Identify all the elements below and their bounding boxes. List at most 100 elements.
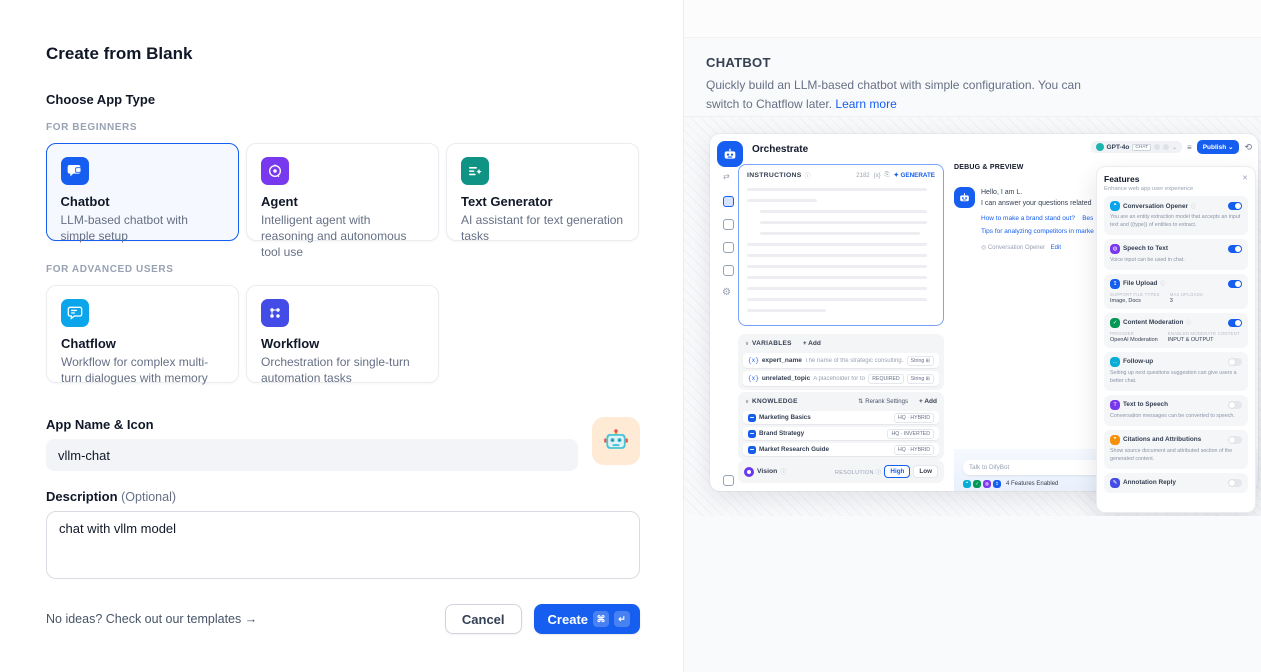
- page-title: Create from Blank: [46, 44, 640, 64]
- dataset-name: Brand Strategy: [759, 430, 884, 437]
- app-type-card-chatbot[interactable]: Chatbot LLM-based chatbot with simple se…: [46, 143, 239, 241]
- bot-avatar: [954, 187, 975, 208]
- required-badge: REQUIRED: [868, 374, 903, 384]
- learn-more-link[interactable]: Learn more: [835, 97, 896, 111]
- mini-publish-button: Publish ⌄: [1197, 140, 1240, 154]
- create-button-label: Create: [548, 612, 588, 627]
- cmd-key-icon: ⌘: [593, 611, 609, 627]
- variable-desc: A placeholder for topics...: [813, 376, 865, 382]
- knowledge-row: Marketing Basics HQ · HYBRID: [743, 411, 939, 424]
- feature-file-upload: ↥ File Upload ⓘ SUPPORT FILE TYPESImage,…: [1104, 274, 1248, 309]
- variables-label: VARIABLES: [752, 340, 792, 347]
- mini-app-icon: [717, 141, 743, 167]
- resolution-label: RESOLUTION ⓘ: [835, 468, 881, 476]
- model-param-icon: [1154, 144, 1160, 150]
- dataset-name: Marketing Basics: [759, 414, 891, 421]
- robot-icon: [602, 427, 630, 455]
- footer-buttons: Cancel Create ⌘ ↵: [445, 604, 640, 634]
- variable-name: expert_name: [762, 357, 802, 364]
- feature-citations: ❞ Citations and Attributions Show source…: [1104, 430, 1248, 469]
- skeleton-line: [747, 199, 817, 203]
- mini-features-panel: Features ✕ Enhance web app user experien…: [1096, 166, 1256, 513]
- mini-orchestrate-icon: [723, 196, 734, 207]
- card-title: Workflow: [261, 336, 424, 351]
- variable-name: unrelated_topic: [762, 375, 810, 382]
- app-name-input[interactable]: [46, 439, 578, 471]
- create-button[interactable]: Create ⌘ ↵: [534, 604, 640, 634]
- chevron-down-icon: ∨: [745, 399, 749, 405]
- follow-up-icon: …: [1110, 357, 1120, 367]
- variable-row: {x} expert_name The name of the strategi…: [743, 353, 939, 368]
- mini-logs-icon: [723, 242, 734, 253]
- edit-link: Edit: [1051, 245, 1061, 251]
- speech-chip-icon: ◍: [983, 480, 991, 488]
- card-title: Text Generator: [461, 194, 624, 209]
- app-type-card-chatflow[interactable]: Chatflow Workflow for complex multi-turn…: [46, 285, 239, 383]
- file-upload-icon: ↥: [1110, 279, 1120, 289]
- feature-content-moderation: ✓ Content Moderation ⓘ PROVIDEROpenAI Mo…: [1104, 313, 1248, 348]
- skeleton-line: [747, 298, 927, 302]
- toggle: [1228, 401, 1242, 409]
- suggestion-link: How to make a brand stand out?: [981, 215, 1075, 222]
- preview-heading: CHATBOT: [706, 55, 1261, 70]
- variable-type-badge: String ⊞: [907, 356, 934, 366]
- description-label: Description (Optional): [46, 489, 640, 504]
- dataset-name: Market Research Guide: [759, 446, 891, 453]
- mini-tune-icon: ≡: [1187, 143, 1192, 152]
- chevron-down-icon: ⌄: [1172, 144, 1177, 151]
- dataset-badge: HQ · HYBRID: [894, 413, 934, 423]
- description-textarea[interactable]: [46, 511, 640, 579]
- feature-conversation-opener: ❝ Conversation Opener ⓘ You are an entit…: [1104, 196, 1248, 235]
- model-name: GPT-4o: [1107, 144, 1130, 151]
- variable-desc: The name of the strategic consulting...: [805, 358, 904, 364]
- generate-button: ✦ GENERATE: [893, 172, 935, 179]
- description-label-text: Description: [46, 489, 118, 504]
- enter-key-icon: ↵: [614, 611, 630, 627]
- create-form-panel: Create from Blank Choose App Type FOR BE…: [0, 0, 684, 672]
- chatflow-icon: [61, 299, 89, 327]
- skeleton-line: [760, 221, 927, 225]
- app-type-card-workflow[interactable]: Workflow Orchestration for single-turn a…: [246, 285, 439, 383]
- mini-orchestrate-title: Orchestrate: [752, 144, 808, 155]
- templates-link[interactable]: No ideas? Check out our templates →: [46, 612, 257, 626]
- greeting-line: I can answer your questions related: [981, 200, 1092, 207]
- mini-knowledge-section: ∨ KNOWLEDGE ⇅ Rerank Settings + Add Mark…: [738, 392, 944, 460]
- suggestion-link: Tips for analyzing competitors in marke: [981, 228, 1094, 235]
- info-icon: ⓘ: [1160, 280, 1165, 287]
- dataset-icon: [748, 414, 756, 422]
- model-mode-badge: CHAT: [1132, 144, 1151, 151]
- copy-icon: ⎘: [885, 172, 890, 179]
- mini-vision-row: Vision ⓘ RESOLUTION ⓘ High Low: [738, 460, 944, 483]
- opener-icon: ◎: [981, 245, 986, 251]
- card-desc: Orchestration for single-turn automation…: [261, 354, 424, 386]
- add-variable-button: + Add: [803, 340, 821, 347]
- variable-icon: {x}: [748, 357, 759, 364]
- app-type-card-agent[interactable]: Agent Intelligent agent with reasoning a…: [246, 143, 439, 241]
- skeleton-line: [747, 254, 927, 258]
- text-to-speech-icon: T: [1110, 400, 1120, 410]
- advanced-cards: Chatflow Workflow for complex multi-turn…: [46, 285, 640, 383]
- opener-chip-icon: ❝: [963, 480, 971, 488]
- toggle: [1228, 358, 1242, 366]
- app-type-card-text-generator[interactable]: Text Generator AI assistant for text gen…: [446, 143, 639, 241]
- resolution-high-button: High: [884, 465, 910, 478]
- vision-label: Vision: [757, 468, 777, 475]
- cancel-button[interactable]: Cancel: [445, 604, 522, 634]
- card-desc: LLM-based chatbot with simple setup: [61, 212, 225, 244]
- variable-row: {x} unrelated_topic A placeholder for to…: [743, 371, 939, 386]
- app-name-row: App Name & Icon: [46, 417, 640, 471]
- mini-bottom-icon: [723, 475, 734, 486]
- skeleton-line: [747, 276, 927, 280]
- mini-image-icon: [723, 219, 734, 230]
- preview-header: CHATBOT Quickly build an LLM-based chatb…: [684, 38, 1261, 113]
- greeting-line: Hello, I am L.: [981, 189, 1022, 196]
- mini-instructions-panel: INSTRUCTIONS ⓘ 2182 {x} ⎘ ✦ GENERATE: [738, 164, 944, 326]
- choose-app-type-label: Choose App Type: [46, 92, 640, 107]
- mini-history-icon: ⟲: [1244, 142, 1252, 153]
- upload-chip-icon: ↥: [993, 480, 1001, 488]
- agent-icon: [261, 157, 289, 185]
- app-icon-picker[interactable]: [592, 417, 640, 465]
- vision-icon: [744, 467, 754, 477]
- variable-icon: {x}: [748, 375, 759, 382]
- modal-footer: No ideas? Check out our templates → Canc…: [46, 604, 640, 634]
